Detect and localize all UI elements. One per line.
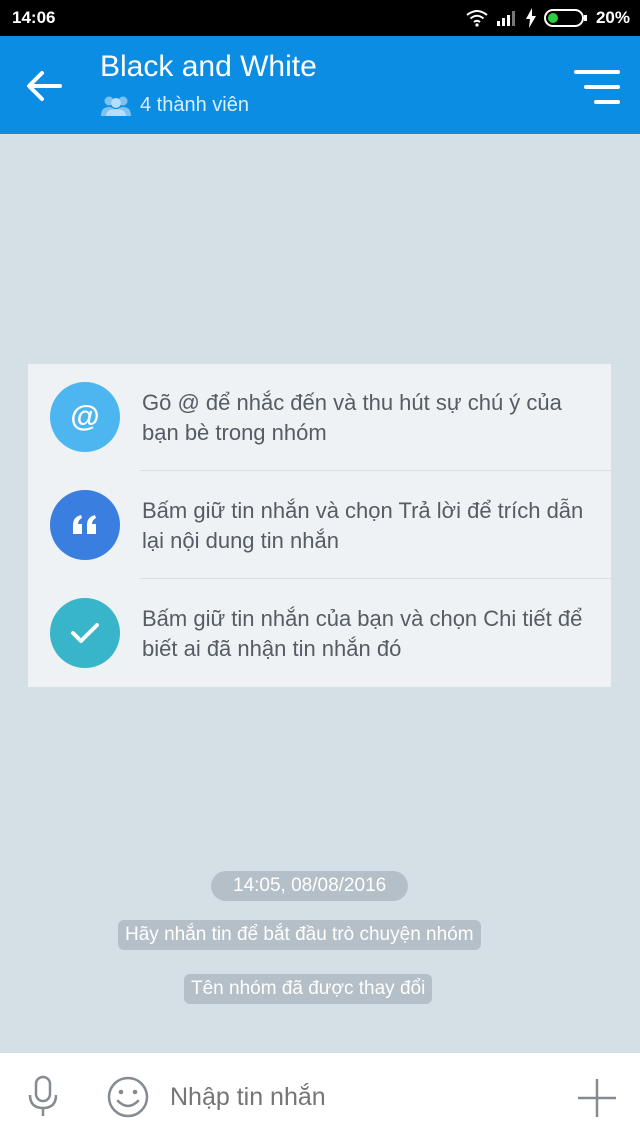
member-count[interactable]: 4 thành viên xyxy=(100,94,249,117)
tip-mention: @ Gõ @ để nhắc đến và thu hút sự chú ý c… xyxy=(28,364,611,471)
status-bar: 14:06 20% xyxy=(0,0,640,36)
back-arrow-icon xyxy=(27,71,62,101)
tip-text: Bấm giữ tin nhắn của bạn và chọn Chi tiế… xyxy=(142,606,583,661)
tip-text: Bấm giữ tin nhắn và chọn Trả lời để tríc… xyxy=(142,498,584,553)
member-count-label: 4 thành viên xyxy=(140,94,249,116)
checkmark-glyph xyxy=(71,623,99,643)
at-sign-icon: @ xyxy=(50,382,120,452)
tips-card: @ Gõ @ để nhắc đến và thu hút sự chú ý c… xyxy=(28,364,611,687)
menu-icon xyxy=(574,70,620,104)
battery-icon xyxy=(543,9,587,27)
microphone-button[interactable] xyxy=(26,1075,60,1119)
menu-button[interactable] xyxy=(572,68,622,106)
group-members-icon xyxy=(101,96,131,116)
plus-icon xyxy=(578,1079,616,1117)
chat-header: Black and White 4 thành viên xyxy=(0,36,640,134)
divider xyxy=(140,578,611,579)
battery-level: 20% xyxy=(595,8,630,27)
tip-seen-details: Bấm giữ tin nhắn của bạn và chọn Chi tiế… xyxy=(28,580,611,687)
signal-icon xyxy=(496,11,515,26)
quote-icon xyxy=(50,490,120,560)
status-time: 14:06 xyxy=(12,8,56,27)
tip-text: Gõ @ để nhắc đến và thu hút sự chú ý của… xyxy=(142,390,562,445)
microphone-icon xyxy=(28,1075,58,1116)
check-icon xyxy=(50,598,120,668)
tip-reply: Bấm giữ tin nhắn và chọn Trả lời để tríc… xyxy=(28,472,611,579)
status-icons: 20% xyxy=(466,6,630,30)
emoji-button[interactable] xyxy=(106,1075,150,1119)
quote-glyph xyxy=(73,515,96,534)
group-title[interactable]: Black and White xyxy=(100,50,317,84)
system-message-rename: Tên nhóm đã được thay đổi xyxy=(184,974,433,1004)
charging-icon xyxy=(525,8,536,28)
system-message-start-hint: Hãy nhắn tin để bắt đầu trò chuyện nhóm xyxy=(118,920,481,950)
smiley-icon xyxy=(107,1076,149,1118)
message-input[interactable] xyxy=(170,1079,550,1115)
timestamp-pill: 14:05, 08/08/2016 xyxy=(211,871,409,901)
divider xyxy=(140,470,611,471)
message-composer xyxy=(0,1053,640,1138)
attach-button[interactable] xyxy=(576,1077,618,1119)
back-button[interactable] xyxy=(24,66,72,106)
wifi-icon xyxy=(466,10,488,27)
